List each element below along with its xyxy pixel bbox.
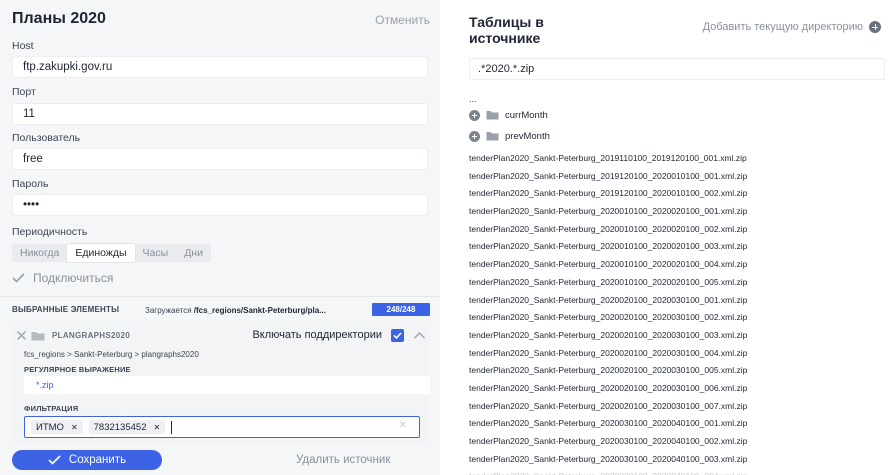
add-dir-label: Добавить текущую директорию	[702, 21, 863, 33]
save-button[interactable]: Сохранить	[12, 450, 162, 470]
file-row[interactable]: tenderPlan2020_Sankt-Peterburg_202001010…	[469, 238, 889, 256]
source-path-breadcrumb: fcs_regions > Sankt-Peterburg > plangrap…	[24, 350, 199, 359]
tables-title: Таблицы в источнике	[469, 14, 544, 46]
file-row[interactable]: tenderPlan2020_Sankt-Peterburg_201912010…	[469, 185, 889, 203]
loading-progress: 248/248	[372, 303, 430, 316]
file-row[interactable]: tenderPlan2020_Sankt-Peterburg_202003010…	[469, 433, 889, 451]
source-settings-panel: Планы 2020 Отменить Host ftp.zakupki.gov…	[0, 0, 440, 475]
port-label: Порт	[12, 86, 36, 98]
file-row[interactable]: tenderPlan2020_Sankt-Peterburg_202002010…	[469, 380, 889, 398]
divider	[0, 296, 440, 297]
file-row[interactable]: tenderPlan2020_Sankt-Peterburg_202002010…	[469, 362, 889, 380]
filter-tag-label: ИТМО	[36, 421, 64, 433]
folder-icon	[31, 332, 45, 341]
text-caret	[171, 420, 173, 434]
plus-circle-icon	[869, 21, 881, 33]
filter-tag: 7832135452 ✕	[88, 420, 166, 434]
filter-tag: ИТМО ✕	[31, 420, 83, 434]
selected-elements-label: ВЫБРАННЫЕ ЭЛЕМЕНТЫ	[12, 305, 120, 314]
remove-tag-icon[interactable]: ✕	[71, 423, 78, 432]
connect-button[interactable]: Подключиться	[12, 271, 113, 285]
checkbox-check-icon	[393, 332, 402, 340]
periodicity-selector: Никогда Единожды Часы Дни	[12, 244, 211, 262]
loading-prefix: Загружается	[145, 306, 192, 315]
source-tables-panel: Таблицы в источнике Добавить текущую дир…	[440, 0, 889, 475]
host-label: Host	[12, 40, 34, 52]
period-option-never[interactable]: Никогда	[12, 244, 67, 262]
file-row[interactable]: tenderPlan2020_Sankt-Peterburg_201911010…	[469, 150, 889, 168]
file-row[interactable]: tenderPlan2020_Sankt-Peterburg_202001010…	[469, 274, 889, 292]
dir-name: prevMonth	[505, 130, 550, 142]
file-row[interactable]: tenderPlan2020_Sankt-Peterburg_202002010…	[469, 398, 889, 416]
close-icon[interactable]	[16, 330, 27, 341]
period-option-days[interactable]: Дни	[176, 244, 211, 262]
connect-label: Подключиться	[33, 271, 114, 285]
file-row[interactable]: tenderPlan2020_Sankt-Peterburg_202002010…	[469, 345, 889, 363]
include-subdirs-label: Включать поддиректории	[252, 329, 382, 341]
folder-icon	[486, 111, 499, 120]
file-row[interactable]: tenderPlan2020_Sankt-Peterburg_202001010…	[469, 256, 889, 274]
tables-filter-input[interactable]: .*2020.*.zip	[469, 58, 885, 80]
filter-label: ФИЛЬТРАЦИЯ	[24, 404, 79, 413]
add-current-directory-button[interactable]: Добавить текущую директорию	[703, 21, 881, 33]
delete-source-button[interactable]: Удалить источник	[296, 454, 390, 466]
chevron-up-icon[interactable]	[413, 330, 426, 340]
expand-plus-icon[interactable]	[469, 109, 480, 121]
regex-label: РЕГУЛЯРНОЕ ВЫРАЖЕНИЕ	[24, 365, 131, 374]
checkmark-icon	[48, 455, 61, 465]
file-list: tenderPlan2020_Sankt-Peterburg_201911010…	[469, 150, 889, 475]
cancel-button[interactable]: Отменить	[375, 13, 430, 27]
dir-row-prevmonth[interactable]: prevMonth	[469, 129, 550, 143]
file-row[interactable]: tenderPlan2020_Sankt-Peterburg_202001010…	[469, 221, 889, 239]
regex-input[interactable]: *.zip	[24, 376, 430, 394]
clear-input-icon[interactable]: ✕	[399, 420, 407, 431]
password-label: Пароль	[12, 178, 49, 190]
remove-tag-icon[interactable]: ✕	[153, 423, 160, 432]
checkmark-icon	[12, 273, 25, 283]
password-input[interactable]: ••••	[12, 194, 428, 216]
user-label: Пользователь	[12, 132, 81, 144]
file-row[interactable]: tenderPlan2020_Sankt-Peterburg_201912010…	[469, 168, 889, 186]
period-option-hours[interactable]: Часы	[135, 244, 177, 262]
source-title: PLANGRAPHS2020	[52, 331, 131, 340]
filter-tag-label: 7832135452	[93, 421, 147, 433]
loading-path: /fcs_regions/Sankt-Peterburg/pla...	[193, 306, 326, 315]
file-row[interactable]: tenderPlan2020_Sankt-Peterburg_202002010…	[469, 309, 889, 327]
expand-plus-icon[interactable]	[469, 130, 480, 142]
file-row[interactable]: tenderPlan2020_Sankt-Peterburg_202002010…	[469, 327, 889, 345]
save-label: Сохранить	[68, 454, 127, 466]
card-header: PLANGRAPHS2020 Включать поддиректории	[12, 328, 430, 344]
file-row[interactable]: tenderPlan2020_Sankt-Peterburg_202003010…	[469, 468, 889, 475]
dir-row-currmonth[interactable]: currMonth	[469, 108, 548, 122]
file-row[interactable]: tenderPlan2020_Sankt-Peterburg_202003010…	[469, 451, 889, 469]
host-input[interactable]: ftp.zakupki.gov.ru	[12, 56, 428, 78]
progress-text: 248/248	[386, 305, 416, 314]
periodicity-label: Периодичность	[12, 226, 88, 238]
file-row[interactable]: tenderPlan2020_Sankt-Peterburg_202002010…	[469, 292, 889, 310]
port-input[interactable]: 11	[12, 103, 428, 125]
dir-name: currMonth	[505, 109, 548, 121]
include-subdirs-checkbox[interactable]	[391, 329, 404, 342]
filter-tags-input[interactable]: ИТМО ✕ 7832135452 ✕ ✕	[24, 416, 420, 438]
file-row[interactable]: tenderPlan2020_Sankt-Peterburg_202003010…	[469, 415, 889, 433]
file-row[interactable]: tenderPlan2020_Sankt-Peterburg_202001010…	[469, 203, 889, 221]
period-option-once[interactable]: Единожды	[67, 244, 135, 262]
loading-status: Загружается /fcs_regions/Sankt-Peterburg…	[145, 306, 326, 315]
panel-title: Планы 2020	[12, 10, 106, 27]
user-input[interactable]: free	[12, 148, 428, 170]
parent-dir-link[interactable]: ...	[469, 94, 477, 104]
folder-icon	[486, 132, 499, 141]
